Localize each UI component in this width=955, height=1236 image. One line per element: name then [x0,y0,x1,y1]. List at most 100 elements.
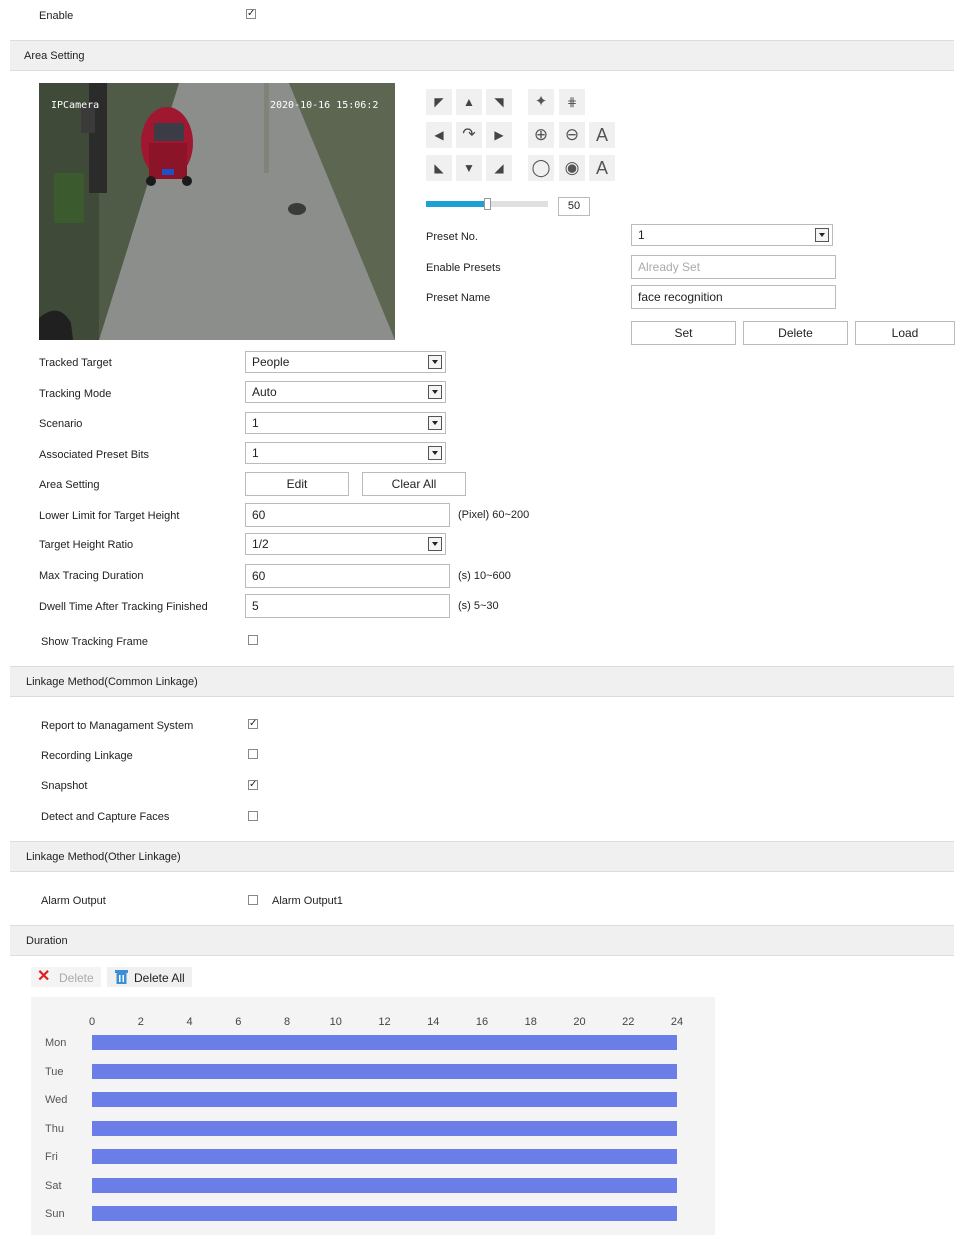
assoc-preset-label: Associated Preset Bits [39,449,150,461]
lower-limit-hint: (Pixel) 60~200 [458,509,530,521]
height-ratio-select[interactable]: 1/2 [245,533,446,555]
arrow-up-right-icon[interactable]: ◥ [486,89,512,115]
hour-tick-label: 14 [427,1016,440,1028]
report-checkbox[interactable]: ✓ [248,719,258,729]
tracking-mode-value: Auto [252,385,277,399]
hour-tick-label: 10 [329,1016,342,1028]
section-title: Duration [26,935,68,947]
preset-name-field[interactable]: face recognition [631,285,836,309]
focus-far-icon[interactable]: A [589,155,615,181]
schedule-grid[interactable] [31,997,715,1235]
video-overlay-name: IPCamera [51,100,100,111]
speed-slider-fill [426,201,488,207]
hour-tick-label: 2 [137,1016,144,1028]
chevron-down-icon [428,416,442,430]
lower-limit-input[interactable]: 60 [245,503,450,527]
light-icon[interactable]: ⋕ [559,89,585,115]
enable-presets-field[interactable]: Already Set [631,255,836,279]
enable-presets-label: Enable Presets [426,262,501,274]
show-frame-label: Show Tracking Frame [41,636,148,648]
iris-close-icon[interactable]: ◉ [559,155,585,181]
schedule-bar[interactable] [92,1092,677,1107]
dwell-time-input[interactable]: 5 [245,594,450,618]
preset-delete-button[interactable]: Delete [743,321,848,345]
height-ratio-label: Target Height Ratio [39,539,134,551]
preset-set-button[interactable]: Set [631,321,736,345]
alarm-output1-checkbox[interactable] [248,895,258,905]
chevron-down-icon [428,355,442,369]
preset-load-button[interactable]: Load [855,321,955,345]
area-clear-all-button[interactable]: Clear All [362,472,466,496]
max-tracing-hint: (s) 10~600 [458,570,511,582]
day-label: Tue [45,1065,64,1078]
enable-checkbox[interactable]: ✓ [246,9,256,19]
arrow-down-icon[interactable]: ▼ [456,155,482,181]
zoom-out-icon[interactable]: ⊖ [559,122,585,148]
zoom-in-icon[interactable]: ⊕ [528,122,554,148]
arrow-right-icon[interactable]: ▶ [486,122,512,148]
assoc-preset-select[interactable]: 1 [245,442,446,464]
speed-value-box[interactable]: 50 [558,197,590,216]
schedule-bar[interactable] [92,1035,677,1050]
alarm-output-label: Alarm Output [41,895,106,907]
iris-open-icon[interactable]: ◯ [528,155,554,181]
schedule-bar[interactable] [92,1206,677,1221]
schedule-bar[interactable] [92,1120,677,1136]
tracked-target-value: People [252,355,290,369]
speed-slider-handle[interactable] [484,198,491,210]
focus-near-icon[interactable]: A [589,122,615,148]
area-edit-button[interactable]: Edit [245,472,349,496]
duration-delete-all-button[interactable]: Delete All [107,967,192,987]
schedule-bar[interactable] [92,1177,677,1193]
day-label: Mon [45,1037,67,1049]
scenario-select[interactable]: 1 [245,412,446,434]
arrow-down-right-icon[interactable]: ◢ [486,155,512,181]
height-ratio-value: 1/2 [252,537,269,551]
chevron-down-icon [815,228,829,242]
tracking-mode-select[interactable]: Auto [245,381,446,403]
arrow-down-left-icon[interactable]: ◣ [426,155,452,181]
arrow-up-left-icon[interactable]: ◤ [426,89,452,115]
schedule-bar[interactable] [92,1063,677,1079]
hour-tick-label: 4 [186,1016,193,1028]
day-label: Thu [45,1122,64,1135]
preset-no-select[interactable]: 1 [631,224,833,246]
enable-label: Enable [39,10,74,22]
video-overlay-time: 2020-10-16 15:06:2 [270,100,379,111]
hour-tick-label: 0 [88,1016,96,1028]
arrow-up-icon[interactable]: ▲ [456,89,482,115]
show-frame-checkbox[interactable] [248,635,258,645]
scenario-label: Scenario [39,418,83,430]
snapshot-checkbox[interactable]: ✓ [248,780,258,790]
tracked-target-select[interactable]: People [245,351,446,373]
hour-tick-label: 12 [378,1016,391,1028]
tracking-mode-label: Tracking Mode [39,388,112,400]
arrow-left-icon[interactable]: ◀ [426,122,452,148]
hour-tick-label: 18 [524,1016,537,1028]
scenario-value: 1 [252,416,259,430]
video-preview[interactable]: IPCamera 2020-10-16 15:06:2 [39,83,395,340]
recording-checkbox[interactable] [248,749,258,759]
delete-all-label: Delete All [134,971,185,985]
snapshot-label: Snapshot [41,780,88,792]
day-label: Sat [45,1179,62,1192]
chevron-down-icon [428,537,442,551]
close-icon: ✕ [37,968,51,985]
recording-label: Recording Linkage [41,750,133,762]
duration-delete-button[interactable]: ✕ Delete [31,967,101,987]
alarm-output1-label: Alarm Output1 [272,895,343,907]
faces-checkbox[interactable] [248,811,258,821]
day-label: Fri [45,1151,58,1163]
assoc-preset-value: 1 [252,446,259,460]
day-label: Sun [45,1208,65,1220]
hour-tick-label: 22 [622,1016,635,1028]
area-setting-label: Area Setting [39,479,100,491]
wiper-icon[interactable]: ✦ [528,89,554,115]
auto-rotate-icon[interactable]: ↷ [456,122,482,148]
schedule-bar[interactable] [92,1149,677,1164]
preset-no-value: 1 [638,228,645,242]
hour-tick-label: 8 [283,1016,291,1028]
max-tracing-input[interactable]: 60 [245,564,450,588]
trash-icon [115,970,128,984]
dwell-time-hint: (s) 5~30 [458,600,499,612]
